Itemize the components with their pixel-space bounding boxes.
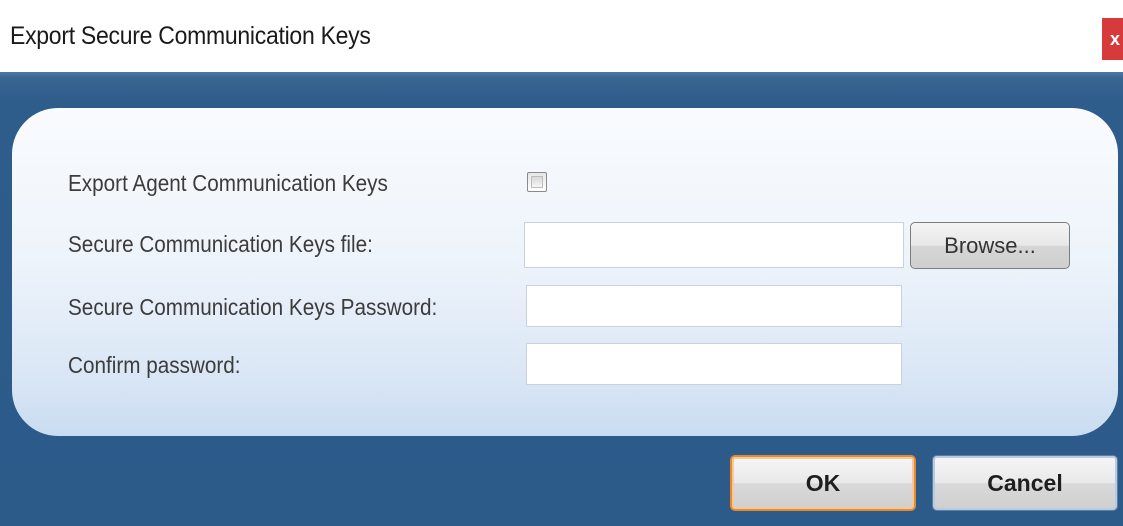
cancel-button[interactable]: Cancel [932,455,1118,511]
confirm-password-input[interactable] [526,343,902,385]
export-agent-keys-label: Export Agent Communication Keys [68,170,388,196]
password-label: Secure Communication Keys Password: [68,294,438,320]
keys-file-label: Secure Communication Keys file: [68,231,373,257]
title-bar: Export Secure Communication Keys [0,0,1123,72]
confirm-password-label: Confirm password: [68,352,241,378]
keys-file-input[interactable] [524,222,904,268]
password-input[interactable] [526,285,902,327]
export-agent-keys-checkbox[interactable] [527,172,547,192]
close-icon: x [1110,29,1121,49]
export-keys-dialog: Export Secure Communication Keys x Expor… [0,0,1123,526]
browse-button[interactable]: Browse... [910,222,1070,269]
ok-button[interactable]: OK [730,455,916,511]
close-button[interactable]: x [1102,18,1123,60]
form-panel [12,108,1118,436]
dialog-title: Export Secure Communication Keys [10,22,371,50]
